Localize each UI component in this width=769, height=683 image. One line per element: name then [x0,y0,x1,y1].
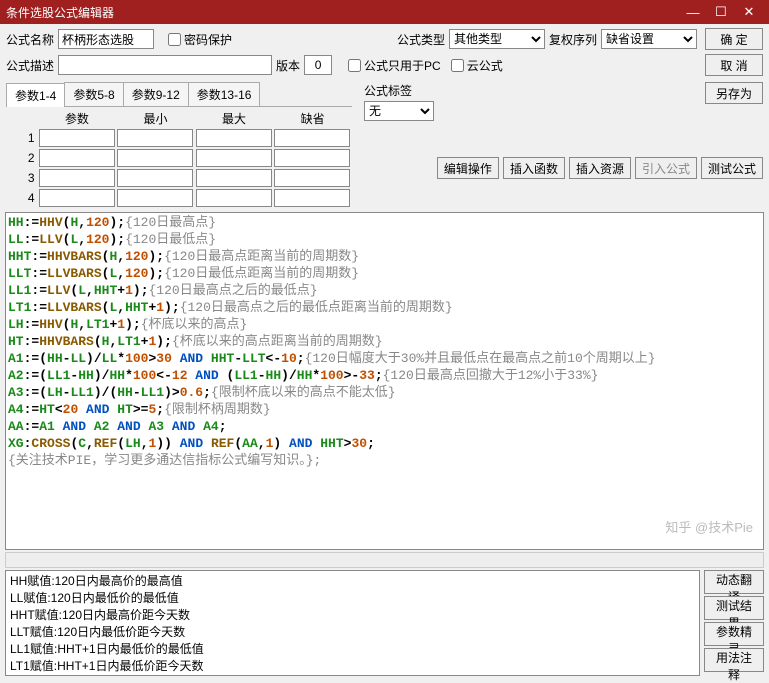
param-tabs: 参数1-4 参数5-8 参数9-12 参数13-16 [6,82,352,107]
insert-res-button[interactable]: 插入资源 [569,157,631,179]
formula-name-label: 公式名称 [6,31,54,48]
horizontal-scrollbar[interactable] [5,552,764,568]
test-result-button[interactable]: 测试结果 [704,596,764,620]
formula-tag-select[interactable]: 无 [364,101,434,121]
saveas-button[interactable]: 另存为 [705,82,763,104]
pc-only-checkbox[interactable]: 公式只用于PC [348,57,441,74]
edit-op-button[interactable]: 编辑操作 [437,157,499,179]
param-name-2[interactable] [39,149,115,167]
param-def-4[interactable] [274,189,350,207]
code-editor[interactable]: HH:=HHV(H,120);{120日最高点}LL:=LLV(L,120);{… [5,212,764,550]
table-row: 3 [6,168,352,188]
list-item[interactable]: HHT赋值:120日内最高价距今天数 [10,607,695,624]
minimize-icon[interactable]: — [679,5,707,20]
param-name-3[interactable] [39,169,115,187]
list-item[interactable]: HH赋值:120日内最高价的最高值 [10,573,695,590]
close-icon[interactable]: ✕ [735,4,763,20]
formula-name-input[interactable] [58,29,154,49]
tab-params-9-12[interactable]: 参数9-12 [123,82,189,106]
restore-seq-select[interactable]: 缺省设置 [601,29,697,49]
param-max-2[interactable] [196,149,272,167]
param-max-1[interactable] [196,129,272,147]
param-name-1[interactable] [39,129,115,147]
tab-params-5-8[interactable]: 参数5-8 [64,82,123,106]
ok-button[interactable]: 确 定 [705,28,763,50]
formula-desc-label: 公式描述 [6,57,54,74]
formula-desc-input[interactable] [58,55,272,75]
param-name-4[interactable] [39,189,115,207]
param-min-2[interactable] [117,149,193,167]
test-formula-button[interactable]: 测试公式 [701,157,763,179]
version-label: 版本 [276,57,300,74]
output-list[interactable]: HH赋值:120日内最高价的最高值LL赋值:120日内最低价的最低值HHT赋值:… [5,570,700,676]
cancel-button[interactable]: 取 消 [705,54,763,76]
version-input[interactable] [304,55,332,75]
usage-button[interactable]: 用法注释 [704,648,764,672]
param-def-1[interactable] [274,129,350,147]
dyn-trans-button[interactable]: 动态翻译 [704,570,764,594]
param-min-3[interactable] [117,169,193,187]
import-formula-button[interactable]: 引入公式 [635,157,697,179]
table-row: 4 [6,188,352,208]
param-min-4[interactable] [117,189,193,207]
param-wizard-button[interactable]: 参数精灵 [704,622,764,646]
list-item[interactable]: LL赋值:120日内最低价的最低值 [10,590,695,607]
param-max-3[interactable] [196,169,272,187]
tab-params-1-4[interactable]: 参数1-4 [6,83,65,107]
table-row: 2 [6,148,352,168]
param-table: 参数最小最大缺省 1 2 3 4 [6,109,352,208]
insert-func-button[interactable]: 插入函数 [503,157,565,179]
param-def-2[interactable] [274,149,350,167]
list-item[interactable]: LL1赋值:HHT+1日内最低价的最低值 [10,641,695,658]
list-item[interactable]: LT1赋值:HHT+1日内最低价距今天数 [10,658,695,675]
formula-type-label: 公式类型 [397,31,445,48]
restore-seq-label: 复权序列 [549,31,597,48]
param-def-3[interactable] [274,169,350,187]
maximize-icon[interactable]: ☐ [707,4,735,20]
window-title: 条件选股公式编辑器 [6,4,679,21]
tab-params-13-16[interactable]: 参数13-16 [188,82,261,106]
table-row: 1 [6,128,352,148]
formula-type-select[interactable]: 其他类型 [449,29,545,49]
cloud-checkbox[interactable]: 云公式 [451,57,503,74]
list-item[interactable]: LLT赋值:120日内最低价距今天数 [10,624,695,641]
formula-tag-label: 公式标签 [364,82,434,99]
param-max-4[interactable] [196,189,272,207]
password-checkbox[interactable]: 密码保护 [168,31,232,48]
param-min-1[interactable] [117,129,193,147]
